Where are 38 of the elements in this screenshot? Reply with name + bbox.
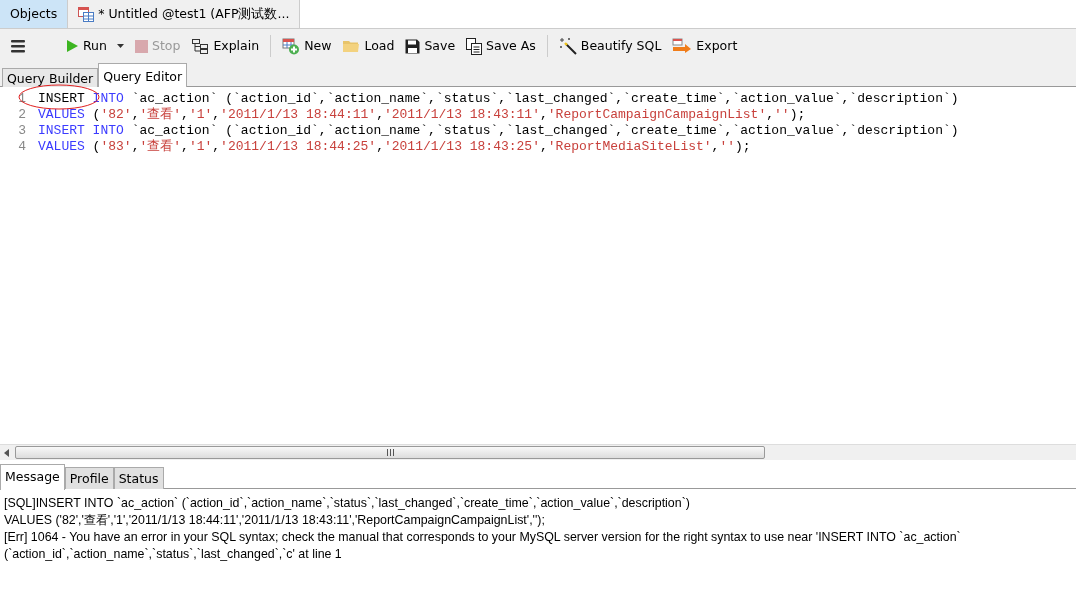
result-tab[interactable]: Message bbox=[0, 464, 65, 490]
editor-tab[interactable]: Query Builder bbox=[2, 68, 99, 87]
caret-icon bbox=[116, 44, 124, 48]
line-number: 2 bbox=[17, 107, 27, 123]
run-button[interactable]: Run bbox=[61, 34, 128, 58]
line-number: 4 bbox=[17, 139, 27, 155]
scrollbar-thumb[interactable] bbox=[15, 446, 765, 459]
code-line: VALUES ('82','查看','1','2011/1/13 18:44:11','2011/1/13 18:43:11','ReportCampaignCampaignList',''); bbox=[38, 107, 806, 123]
editor-tab[interactable]: Query Editor bbox=[98, 63, 188, 87]
toolbar-button[interactable]: Beautify SQL bbox=[554, 34, 666, 58]
result-tab[interactable]: Status bbox=[113, 467, 164, 489]
stop-icon bbox=[134, 39, 148, 53]
magic-wand-icon bbox=[558, 37, 577, 55]
table-add-icon bbox=[282, 37, 301, 55]
document-copy-icon bbox=[466, 37, 483, 55]
message-line: VALUES ('82','查看','1','2011/1/13 18:44:11','2011/1/13 18:43:11','ReportCampaignCampaignList',''); bbox=[4, 512, 546, 529]
toolbar-button[interactable]: Save As bbox=[462, 34, 540, 58]
code-line: VALUES ('83','查看','1','2011/1/13 18:44:25','2011/1/13 18:43:25','ReportMediaSiteList',''); bbox=[38, 139, 751, 155]
folder-icon bbox=[342, 39, 361, 53]
objects-tab[interactable]: Objects bbox=[0, 0, 69, 28]
result-tab[interactable]: Profile bbox=[64, 467, 114, 489]
message-line: (`action_id`,`action_name`,`status`,`last_changed`,`c' at line 1 bbox=[4, 546, 343, 563]
document-tab[interactable]: * Untitled @test1 (AFP测试数... bbox=[68, 0, 301, 28]
toolbar-button[interactable]: Load bbox=[338, 34, 399, 58]
scroll-left-icon[interactable] bbox=[4, 448, 9, 457]
tree-icon bbox=[191, 38, 210, 54]
code-line: INSERT INTO `ac_action` (`action_id`,`action_name`,`status`,`last_changed`,`create_time`,`action_value`,`description`) bbox=[38, 123, 959, 139]
toolbar-button[interactable]: Export bbox=[668, 34, 742, 58]
toolbar-button[interactable]: Save bbox=[401, 34, 460, 58]
menu-icon bbox=[10, 39, 26, 53]
message-line: [SQL]INSERT INTO `ac_action` (`action_id`,`action_name`,`status`,`last_changed`,`create_time`,`action_value`,`description`) bbox=[4, 495, 691, 512]
table-icon bbox=[78, 6, 95, 22]
play-icon bbox=[65, 39, 79, 53]
toolbar-button[interactable]: New bbox=[278, 34, 336, 58]
message-line: [Err] 1064 - You have an error in your SQL syntax; check the manual that corresponds to your MySQL server version for the right syntax to use near 'INSERT INTO `ac_action` bbox=[4, 529, 962, 546]
line-number: 3 bbox=[17, 123, 27, 139]
export-arrow-icon bbox=[672, 38, 693, 54]
toolbar-button[interactable]: Explain bbox=[187, 34, 264, 58]
